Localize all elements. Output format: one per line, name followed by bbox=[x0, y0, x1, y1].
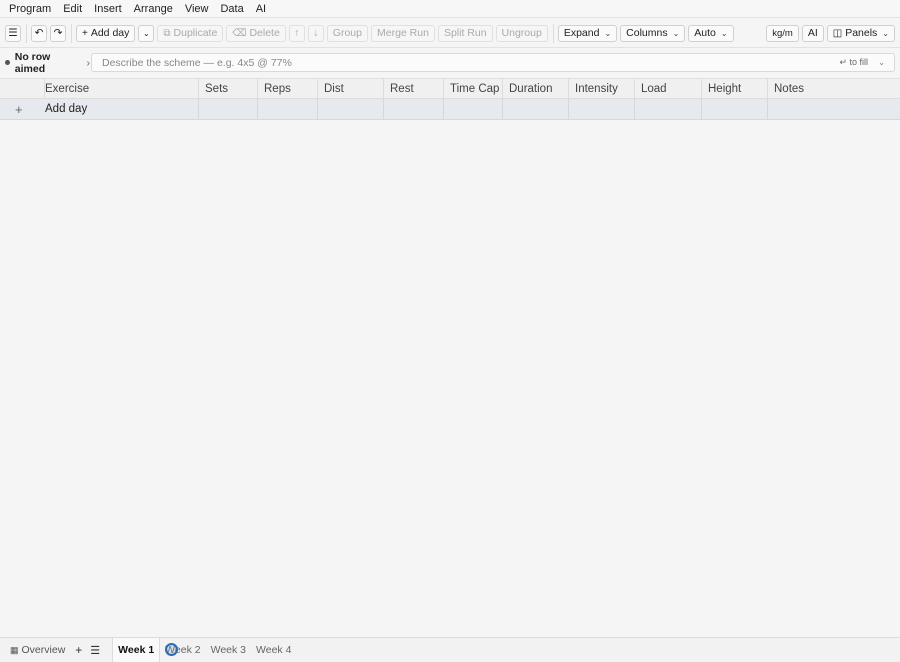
menu-insert[interactable]: Insert bbox=[88, 3, 128, 15]
table-cell[interactable] bbox=[768, 99, 900, 119]
fill-hint: ↵ to fill bbox=[839, 57, 868, 67]
delete-label: Delete bbox=[249, 27, 280, 39]
expand-label: Expand bbox=[563, 27, 600, 39]
aim-status[interactable]: No row aimed › bbox=[0, 51, 90, 75]
copy-icon: ⧉ bbox=[163, 27, 171, 39]
table-cell[interactable] bbox=[503, 99, 569, 119]
plus-icon: + bbox=[82, 27, 88, 39]
table-cell[interactable] bbox=[199, 99, 258, 119]
menu-arrange[interactable]: Arrange bbox=[128, 3, 179, 15]
chevron-down-icon[interactable]: ⌄ bbox=[138, 24, 155, 42]
move-down-icon[interactable]: ↓ bbox=[307, 24, 324, 42]
list-icon[interactable]: ☰ bbox=[90, 644, 100, 657]
redo-icon[interactable]: ↷ bbox=[50, 24, 66, 42]
chevron-right-icon: › bbox=[86, 56, 91, 69]
toolbar-divider bbox=[71, 23, 72, 43]
table-cell[interactable] bbox=[384, 99, 444, 119]
chevron-down-icon: ⌄ bbox=[720, 28, 728, 38]
add-day-row-label: Add day bbox=[45, 103, 88, 115]
week-tab-bar: ▦ Overview + ☰ Week 1 Week 2 Week 3 Week… bbox=[0, 637, 900, 662]
menu-edit[interactable]: Edit bbox=[57, 3, 88, 15]
column-sets[interactable]: Sets bbox=[199, 79, 258, 98]
grid-icon: ▦ bbox=[10, 644, 19, 655]
chevron-down-icon[interactable]: ⌄ bbox=[878, 58, 885, 67]
add-week-icon[interactable]: + bbox=[75, 643, 82, 657]
plus-icon: + bbox=[15, 101, 23, 117]
table-cell[interactable] bbox=[318, 99, 384, 119]
hamburger-icon[interactable]: ☰ bbox=[5, 24, 21, 42]
column-height[interactable]: Height bbox=[702, 79, 768, 98]
menu-view[interactable]: View bbox=[179, 3, 215, 15]
delete-icon: ⌫ bbox=[232, 27, 247, 39]
mouse-cursor-icon bbox=[165, 643, 178, 656]
duplicate-button[interactable]: ⧉ Duplicate bbox=[157, 24, 224, 42]
merge-run-button[interactable]: Merge Run bbox=[370, 24, 435, 42]
auto-label: Auto bbox=[694, 27, 716, 39]
add-day-row[interactable]: + Add day bbox=[0, 99, 900, 120]
column-rest[interactable]: Rest bbox=[384, 79, 444, 98]
header-gutter bbox=[0, 79, 45, 98]
column-notes[interactable]: Notes bbox=[768, 79, 900, 98]
undo-icon[interactable]: ↶ bbox=[31, 24, 47, 42]
split-run-button[interactable]: Split Run bbox=[437, 24, 493, 42]
panel-icon: ◫ bbox=[832, 27, 843, 39]
overview-label: Overview bbox=[21, 644, 66, 656]
columns-label: Columns bbox=[626, 27, 668, 39]
menu-ai[interactable]: AI bbox=[250, 3, 272, 15]
units-toggle[interactable]: kg/m bbox=[766, 24, 799, 42]
ai-button[interactable]: AI bbox=[801, 24, 824, 42]
toolbar-divider bbox=[552, 23, 554, 43]
status-dot-icon bbox=[5, 60, 10, 65]
add-day-cell[interactable]: + Add day bbox=[0, 99, 199, 119]
overview-tab[interactable]: ▦ Overview bbox=[0, 644, 65, 656]
table-header: Exercise Sets Reps Dist Rest Time Cap Du… bbox=[0, 78, 900, 99]
panels-dropdown[interactable]: ◫ Panels ⌄ bbox=[826, 24, 895, 42]
tab-week-3[interactable]: Week 3 bbox=[206, 638, 251, 662]
column-dist[interactable]: Dist bbox=[318, 79, 384, 98]
chevron-down-icon: ⌄ bbox=[672, 28, 680, 38]
menu-bar: Program Edit Insert Arrange View Data AI bbox=[0, 0, 900, 18]
column-exercise[interactable]: Exercise bbox=[45, 79, 199, 98]
column-duration[interactable]: Duration bbox=[503, 79, 569, 98]
table-cell[interactable] bbox=[702, 99, 768, 119]
move-up-icon[interactable]: ↑ bbox=[288, 24, 305, 42]
group-button[interactable]: Group bbox=[326, 24, 368, 42]
tab-week-4[interactable]: Week 4 bbox=[251, 638, 296, 662]
panels-label: Panels bbox=[845, 27, 878, 39]
duplicate-label: Duplicate bbox=[173, 27, 218, 39]
table-cell[interactable] bbox=[258, 99, 318, 119]
column-intensity[interactable]: Intensity bbox=[569, 79, 635, 98]
scheme-placeholder: Describe the scheme — e.g. 4x5 @ 77% bbox=[102, 56, 292, 69]
auto-dropdown[interactable]: Auto ⌄ bbox=[688, 24, 734, 42]
ungroup-button[interactable]: Ungroup bbox=[495, 24, 548, 42]
tab-week-1[interactable]: Week 1 bbox=[112, 638, 161, 662]
toolbar: ☰ ↶ ↷ + Add day ⌄ ⧉ Duplicate ⌫ Delete ↑ ↓ … bbox=[0, 19, 900, 48]
aim-status-label: No row aimed bbox=[14, 50, 51, 75]
menu-data[interactable]: Data bbox=[214, 3, 249, 15]
command-bar: No row aimed › Describe the scheme — e.g… bbox=[0, 50, 900, 75]
scheme-input[interactable]: Describe the scheme — e.g. 4x5 @ 77% ↵ t… bbox=[91, 53, 895, 72]
columns-dropdown[interactable]: Columns ⌄ bbox=[620, 24, 686, 42]
expand-dropdown[interactable]: Expand ⌄ bbox=[557, 24, 618, 42]
table-cell[interactable] bbox=[444, 99, 503, 119]
chevron-down-icon: ⌄ bbox=[882, 28, 889, 38]
column-load[interactable]: Load bbox=[635, 79, 702, 98]
add-day-button[interactable]: + Add day bbox=[76, 24, 136, 42]
menu-program[interactable]: Program bbox=[0, 3, 57, 15]
delete-button[interactable]: ⌫ Delete bbox=[226, 24, 286, 42]
table-cell[interactable] bbox=[635, 99, 702, 119]
chevron-down-icon: ⌄ bbox=[604, 28, 612, 38]
add-day-label: Add day bbox=[90, 27, 130, 39]
column-reps[interactable]: Reps bbox=[258, 79, 318, 98]
table-cell[interactable] bbox=[569, 99, 635, 119]
column-time-cap[interactable]: Time Cap bbox=[444, 79, 503, 98]
toolbar-divider bbox=[26, 23, 27, 43]
